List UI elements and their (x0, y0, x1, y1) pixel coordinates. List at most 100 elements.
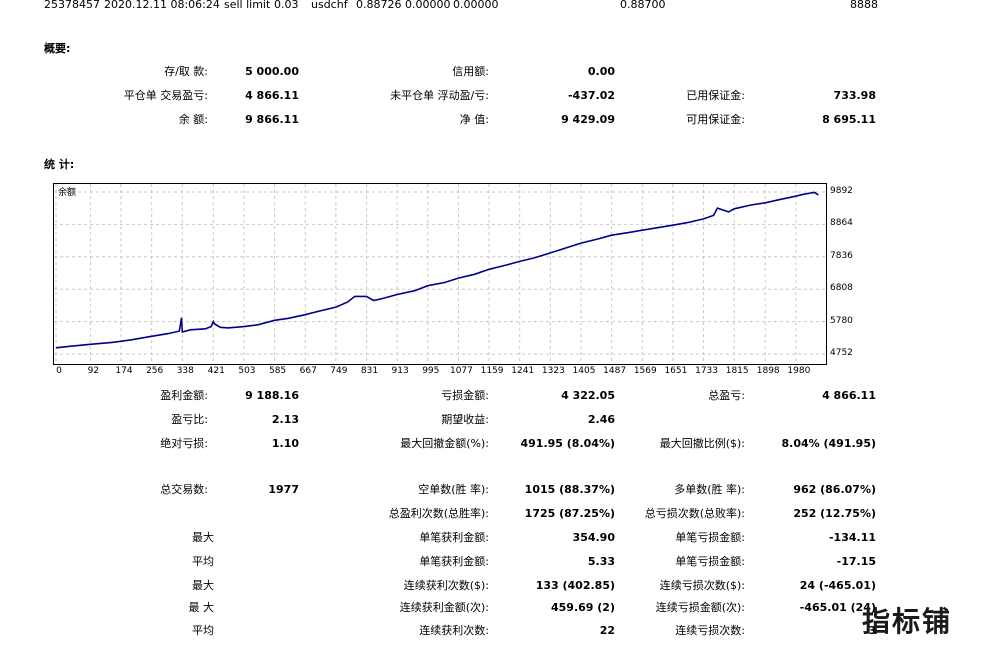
x-tick-label: 1815 (725, 366, 749, 376)
x-tick-label: 913 (391, 366, 409, 376)
max-consec-profit-label: 连续获利金额(次): (399, 601, 489, 614)
abs-drawdown-value: 1.10 (271, 437, 299, 450)
margin-value: 733.98 (833, 89, 876, 102)
long-trades-value: 962 (86.07%) (793, 483, 876, 496)
y-tick-label: 7836 (830, 250, 853, 261)
watermark-logo: 指标铺 (862, 605, 953, 638)
x-tick-label: 1651 (664, 366, 688, 376)
loss-trades-label: 总亏损次数(总败率): (644, 507, 745, 520)
stats-title: 统 计: (44, 158, 75, 171)
x-tick-label: 1733 (695, 366, 718, 376)
total-net-value: 4 866.11 (822, 389, 876, 402)
total-net-label: 总盈亏: (708, 389, 745, 402)
x-tick-label: 1241 (511, 366, 535, 376)
short-trades-label: 空单数(胜 率): (418, 483, 489, 496)
credit-value: 0.00 (587, 65, 615, 78)
deposit-value: 5 000.00 (245, 65, 299, 78)
avg-loss-label: 单笔亏损金额: (675, 555, 745, 568)
x-tick-label: 667 (299, 366, 317, 376)
x-tick-label: 831 (360, 366, 379, 376)
x-tick-label: 256 (146, 366, 164, 376)
rel-drawdown-label: 最大回撤比例($): (659, 437, 745, 450)
avg-loss-value: -17.15 (836, 555, 876, 568)
x-tick-label: 1159 (480, 366, 504, 376)
floating-pl-label: 未平仓单 浮动盈/亏: (390, 89, 489, 102)
order-comment: 8888 (850, 0, 878, 11)
profit-trades-label: 总盈利次数(总胜率): (388, 507, 489, 520)
x-tick-label: 174 (115, 366, 133, 376)
order-time: 2020.12.11 08:06:24 (104, 0, 220, 11)
avg-consec-wins-value: 22 (599, 624, 615, 637)
x-tick-label: 1898 (756, 366, 780, 376)
max-drawdown-value: 491.95 (8.04%) (520, 437, 616, 450)
avg-consec-losses-label: 连续亏损次数: (675, 624, 745, 637)
order-ticket: 25378457 (44, 0, 100, 11)
x-tick-label: 0 (56, 366, 62, 376)
free-margin-value: 8 695.11 (822, 113, 876, 126)
profit-trades-value: 1725 (87.25%) (524, 507, 615, 520)
avg-consec-wins-label: 连续获利次数: (419, 624, 489, 637)
x-tick-label: 92 (87, 366, 100, 376)
max-consec-wins-value: 133 (402.85) (535, 579, 615, 592)
x-tick-label: 995 (422, 366, 440, 376)
max-drawdown-label: 最大回撤金额(%): (400, 437, 489, 450)
x-tick-label: 1980 (787, 366, 811, 376)
equity-value: 9 429.09 (561, 113, 615, 126)
credit-label: 信用额: (452, 65, 489, 78)
gross-profit-value: 9 188.16 (245, 389, 299, 402)
equity-label: 净 值: (459, 113, 489, 126)
x-tick-label: 749 (330, 366, 348, 376)
x-tick-label: 1569 (633, 366, 657, 376)
order-symbol: usdchf (311, 0, 348, 11)
closed-pl-label: 平仓单 交易盈亏: (123, 89, 208, 102)
free-margin-label: 可用保证金: (686, 113, 745, 126)
closed-pl-value: 4 866.11 (245, 89, 299, 102)
order-tp: 0.00000 (453, 0, 499, 11)
order-price-current: 0.88700 (620, 0, 666, 11)
abs-drawdown-label: 绝对亏损: (160, 437, 208, 450)
largest-loss-label: 单笔亏损金额: (675, 531, 745, 544)
order-volume: 0.03 (274, 0, 299, 11)
max-consec-loss-label: 连续亏损金额(次): (655, 601, 745, 614)
largest-profit-label: 单笔获利金额: (419, 531, 489, 544)
max-label: 最大 (192, 579, 214, 592)
expected-payoff-value: 2.46 (587, 413, 615, 426)
long-trades-label: 多单数(胜 率): (674, 483, 745, 496)
order-price: 0.88726 (356, 0, 402, 11)
y-tick-label: 5780 (830, 315, 853, 326)
balance-chart: 余额 (53, 183, 827, 365)
gross-loss-label: 亏损金额: (441, 389, 489, 402)
x-tick-label: 421 (207, 366, 225, 376)
rel-drawdown-value: 8.04% (491.95) (781, 437, 877, 450)
short-trades-value: 1015 (88.37%) (524, 483, 615, 496)
max-consec-profit-value: 459.69 (2) (551, 601, 615, 614)
y-tick-label: 8864 (830, 218, 853, 229)
balance-value: 9 866.11 (245, 113, 299, 126)
y-tick-label: 4752 (830, 348, 853, 358)
profit-factor-value: 2.13 (271, 413, 299, 426)
largest-profit-value: 354.90 (572, 531, 615, 544)
avg2-label: 平均 (192, 624, 214, 637)
y-tick-label: 6808 (830, 283, 853, 294)
max-consec-losses-value: 24 (-465.01) (799, 579, 876, 592)
avg-profit-label: 单笔获利金额: (419, 555, 489, 568)
order-sl: 0.00000 (405, 0, 451, 11)
balance-label: 余 额: (178, 113, 208, 126)
average-label: 平均 (192, 555, 214, 568)
total-trades-label: 总交易数: (160, 483, 208, 496)
margin-label: 已用保证金: (686, 89, 745, 102)
x-tick-label: 585 (268, 366, 287, 376)
gross-profit-label: 盈利金额: (160, 389, 208, 402)
x-tick-label: 1487 (603, 366, 627, 376)
x-tick-label: 1323 (541, 366, 565, 376)
max-consec-losses-label: 连续亏损次数($): (659, 579, 745, 592)
gross-loss-value: 4 322.05 (561, 389, 615, 402)
profit-factor-label: 盈亏比: (171, 413, 208, 426)
balance-chart-svg: 余额 (54, 184, 826, 364)
floating-pl-value: -437.02 (567, 89, 615, 102)
max-consec-wins-label: 连续获利次数($): (403, 579, 489, 592)
x-tick-label: 1405 (572, 366, 596, 376)
largest-label: 最大 (192, 531, 214, 544)
x-tick-label: 338 (176, 366, 194, 376)
chart-title: 余额 (58, 186, 76, 198)
